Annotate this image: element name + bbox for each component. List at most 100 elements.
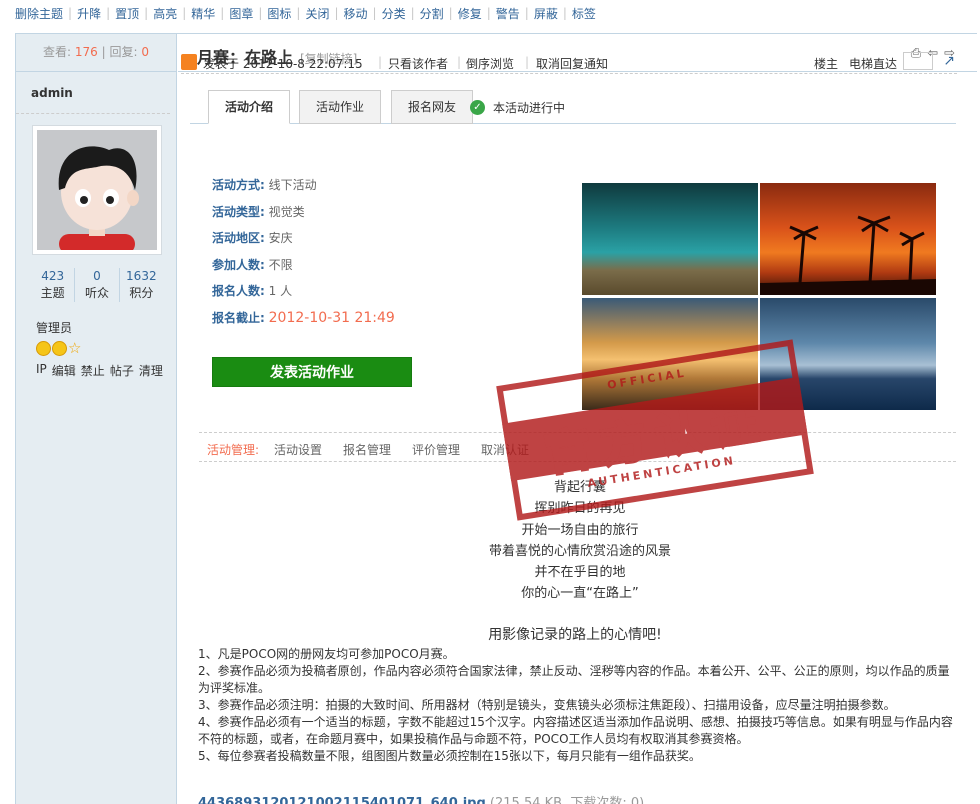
user-admin-actions: IP 编辑 禁止 帖子 清理 [36, 362, 163, 379]
info-key: 活动地区: [212, 231, 265, 245]
info-row: 报名截止: 2012-10-31 21:49 [212, 310, 395, 337]
divider: | [220, 6, 225, 20]
manage-label: 活动管理: [207, 443, 260, 457]
info-value: 线下活动 [268, 178, 317, 192]
manage-reviews-link[interactable]: 评价管理 [412, 441, 460, 458]
mod-bump[interactable]: 升降 [74, 5, 104, 22]
replies-label: 回复: [109, 45, 138, 59]
mod-close[interactable]: 关闭 [302, 5, 332, 22]
poem-line: 你的心一直“在路上” [521, 586, 639, 602]
poem-line: 开始一场自由的旅行 [521, 522, 639, 538]
mod-stick[interactable]: 置顶 [112, 5, 142, 22]
info-row: 活动地区: 安庆 [212, 230, 395, 257]
divider: | [448, 6, 453, 20]
post-date: 发表于 2012-10-8 22:07:15 [203, 57, 363, 71]
smiley-rank-icon [52, 341, 67, 356]
views-label: 查看: [43, 45, 72, 59]
cancel-notify-link[interactable]: 取消回复通知 [536, 55, 608, 72]
divider: | [101, 45, 106, 59]
posts-link[interactable]: 帖子 [110, 362, 134, 379]
mod-delete[interactable]: 删除主题 [12, 5, 66, 22]
manage-signups-link[interactable]: 报名管理 [343, 441, 391, 458]
mod-digest[interactable]: 精华 [188, 5, 218, 22]
attachment: 4436893120121002115401071_640.jpg (215.5… [198, 792, 644, 804]
info-row: 参加人数: 不限 [212, 257, 395, 284]
post-meta-bar: 发表于 2012-10-8 22:07:15 | 只看该作者 | 倒序浏览 | … [181, 50, 957, 74]
attachment-meta: (215.54 KB, 下载次数: 0) [489, 796, 645, 804]
divider: | [68, 6, 73, 20]
photo-sky[interactable] [582, 183, 758, 295]
check-icon: ✓ [470, 100, 485, 115]
stat-threads[interactable]: 423 主题 [31, 268, 74, 302]
ban-link[interactable]: 禁止 [81, 362, 105, 379]
stat-value: 423 [41, 269, 65, 283]
divider: | [106, 6, 111, 20]
reverse-order-link[interactable]: 倒序浏览 [466, 55, 514, 72]
tab-intro[interactable]: 活动介绍 [208, 90, 290, 124]
info-value: 1 人 [268, 284, 293, 298]
tab-signups[interactable]: 报名网友 [391, 90, 473, 124]
divider: | [182, 6, 187, 20]
author-only-link[interactable]: 只看该作者 [388, 55, 448, 72]
mod-split[interactable]: 分割 [417, 5, 447, 22]
divider: | [486, 6, 491, 20]
mod-warn[interactable]: 警告 [493, 5, 523, 22]
mod-ban[interactable]: 屏蔽 [531, 5, 561, 22]
tab-works[interactable]: 活动作业 [299, 90, 381, 124]
author-name[interactable]: admin [16, 72, 170, 114]
manage-settings-link[interactable]: 活动设置 [274, 441, 322, 458]
activity-tabs: 活动介绍 活动作业 报名网友 ✓ 本活动进行中 [190, 90, 956, 124]
submit-work-button[interactable]: 发表活动作业 [212, 357, 412, 387]
author-sidebar: 查看: 176 | 回复: 0 admin 423 主题 0 听众 1632 积… [16, 34, 177, 804]
smiley-rank-icon [36, 341, 51, 356]
attachment-link[interactable]: 4436893120121002115401071_640.jpg [198, 796, 486, 804]
stat-value: 1632 [126, 269, 157, 283]
rule-item: 4、参赛作品必须有一个适当的标题，字数不能超过15个汉字。内容描述区适当添加作品… [198, 715, 953, 746]
info-value: 安庆 [268, 231, 293, 245]
edit-link[interactable]: 编辑 [52, 362, 76, 379]
info-value: 不限 [268, 257, 293, 272]
mod-category[interactable]: 分类 [379, 5, 409, 22]
stat-followers[interactable]: 0 听众 [74, 268, 118, 302]
thread-stats: 查看: 176 | 回复: 0 [16, 34, 176, 72]
info-key: 活动类型: [212, 204, 265, 219]
ip-link[interactable]: IP [36, 362, 47, 379]
mod-stamp[interactable]: 图章 [226, 5, 256, 22]
divider: | [372, 6, 377, 20]
post-slogan: 用影像记录的路上的心情吧! [488, 627, 662, 643]
replies-count: 0 [141, 45, 149, 59]
floor-jump-input[interactable] [903, 52, 933, 70]
mod-highlight[interactable]: 高亮 [150, 5, 180, 22]
rule-item: 1、凡是POCO网的册网友均可参加POCO月赛。 [198, 647, 455, 661]
rank-icons: ☆ [36, 341, 83, 356]
divider: | [378, 55, 383, 69]
info-value: 视觉类 [268, 204, 305, 219]
mod-icon[interactable]: 图标 [264, 5, 294, 22]
jump-go-icon[interactable]: ↗ [943, 53, 955, 69]
stat-label: 主题 [40, 286, 65, 300]
divider: | [457, 55, 462, 69]
divider: | [524, 6, 529, 20]
floor-label: 楼主 [814, 57, 839, 71]
photo-palms[interactable] [760, 183, 936, 295]
activity-info: 活动方式: 线下活动 活动类型: 视觉类 活动地区: 安庆 参加人数: 不限 报… [212, 177, 395, 336]
stat-label: 听众 [84, 286, 109, 300]
info-row: 报名人数: 1 人 [212, 283, 395, 310]
divider: | [144, 6, 149, 20]
stat-points[interactable]: 1632 积分 [118, 268, 163, 302]
divider: | [562, 6, 567, 20]
user-group[interactable]: 管理员 [36, 319, 72, 336]
user-online-icon [181, 54, 197, 70]
mod-tag[interactable]: 标签 [569, 5, 599, 22]
deadline-value: 2012-10-31 21:49 [268, 309, 395, 326]
info-key: 活动方式: [212, 178, 265, 192]
mod-move[interactable]: 移动 [341, 5, 371, 22]
poem-line: 并不在乎目的地 [534, 565, 626, 581]
mod-repair[interactable]: 修复 [455, 5, 485, 22]
info-row: 活动方式: 线下活动 [212, 177, 395, 204]
palm-silhouette [760, 215, 936, 295]
views-count: 176 [74, 45, 98, 59]
moderator-toolbar: 删除主题 | 升降 | 置顶 | 高亮 | 精华 | 图章 | 图标 | 关闭 | 移动 | 分类… [12, 4, 599, 22]
avatar[interactable] [32, 125, 162, 255]
cleanup-link[interactable]: 清理 [139, 362, 163, 379]
